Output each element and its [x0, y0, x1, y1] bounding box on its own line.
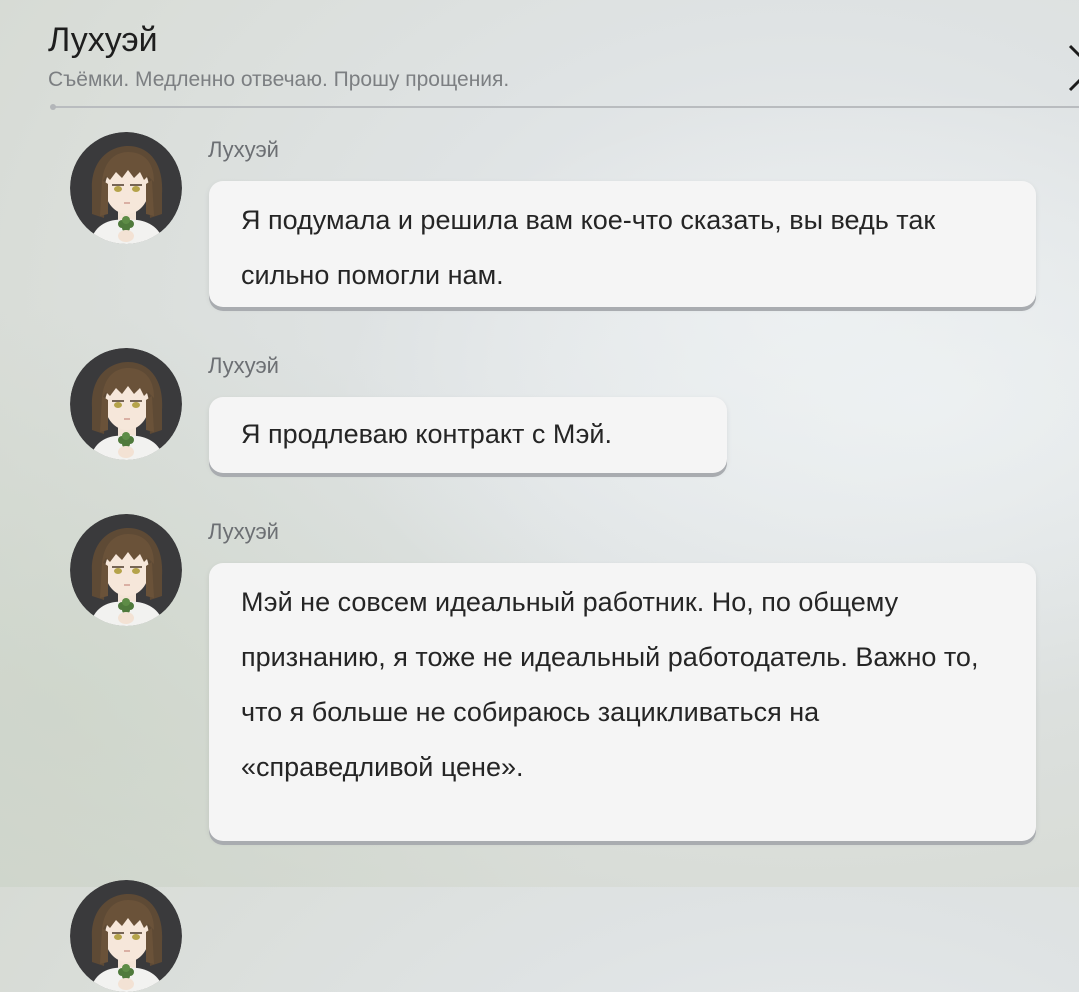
- message-sender: Лухуэй: [208, 353, 279, 378]
- message-bubble: Мэй не совсем идеальный работник. Но, по…: [209, 563, 1036, 841]
- avatar[interactable]: [70, 348, 182, 460]
- message-sender: Лухуэй: [208, 519, 279, 544]
- chat-header: Лухуэй Съёмки. Медленно отвечаю. Прошу п…: [48, 18, 1079, 93]
- avatar[interactable]: [70, 514, 182, 626]
- message-bubble: Я продлеваю контракт с Мэй.: [209, 397, 727, 473]
- header-divider: [52, 106, 1079, 108]
- message-sender: Лухуэй: [208, 137, 279, 162]
- avatar[interactable]: [70, 132, 182, 244]
- divider-dot: [50, 104, 56, 110]
- close-icon[interactable]: [1062, 40, 1079, 92]
- contact-status: Съёмки. Медленно отвечаю. Прошу прощения…: [48, 68, 510, 91]
- message-bubble: Я подумала и решила вам кое-что сказать,…: [209, 181, 1036, 307]
- contact-name: Лухуэй: [48, 21, 158, 59]
- avatar[interactable]: [70, 880, 182, 992]
